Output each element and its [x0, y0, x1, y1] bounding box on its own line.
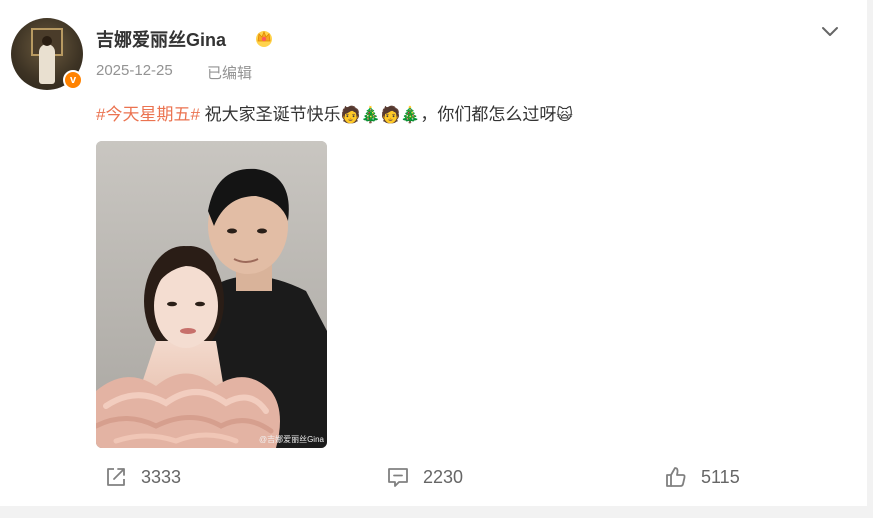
feed-separator	[0, 506, 873, 518]
repost-button[interactable]: 3333	[104, 465, 181, 489]
like-button[interactable]: 5115	[664, 465, 740, 489]
repost-icon	[107, 468, 125, 486]
repost-count: 3333	[141, 466, 182, 487]
like-count: 5115	[701, 466, 740, 487]
emoji-sequence: 🧑🎄🧑🎄	[340, 105, 421, 124]
post-text: #今天星期五# 祝大家圣诞节快乐🧑🎄🧑🎄，你们都怎么过呀🙀	[96, 100, 573, 125]
edited-label: 已编辑	[207, 65, 253, 82]
post-date[interactable]: 2025-12-25	[96, 62, 173, 79]
weibo-post-card: v 吉娜爱丽丝Gina 2025-12-25 已编辑 #今天星期五# 祝大家圣诞…	[0, 0, 867, 506]
cat-emoji: 🙀	[556, 105, 574, 124]
post-text-part2: ，你们都怎么过呀	[420, 105, 557, 124]
crown-icon	[256, 30, 272, 47]
avatar-head	[42, 36, 52, 46]
post-text-part1: 祝大家圣诞节快乐	[199, 105, 341, 124]
image-watermark: @吉娜爱丽丝Gina	[258, 435, 324, 444]
thumbs-up-icon	[666, 467, 686, 487]
photo-illustration	[96, 141, 327, 448]
author-name[interactable]: 吉娜爱丽丝Gina	[96, 26, 226, 52]
hashtag-link[interactable]: #今天星期五#	[96, 105, 200, 124]
post-image[interactable]: @吉娜爱丽丝Gina	[96, 141, 327, 448]
comment-icon	[388, 468, 408, 487]
verified-badge-icon: v	[63, 70, 83, 90]
chevron-down-icon[interactable]	[819, 20, 841, 42]
comment-count: 2230	[423, 466, 464, 487]
avatar-figure	[39, 44, 55, 84]
comment-button[interactable]: 2230	[386, 465, 463, 489]
